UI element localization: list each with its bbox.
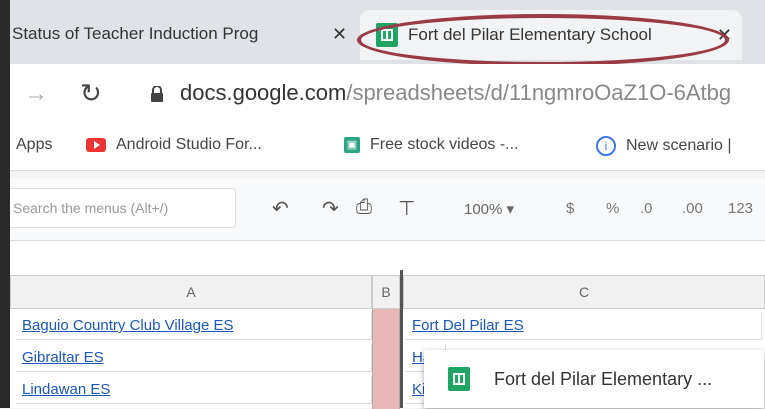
search-menus-input[interactable]: Search the menus (Alt+/) xyxy=(6,188,236,228)
bookmark-android-studio[interactable]: Android Studio For... xyxy=(86,136,262,154)
bookmark-label: New scenario | xyxy=(626,137,732,154)
more-formats-button[interactable]: 123 xyxy=(728,200,753,217)
popup-label: Fort del Pilar Elementary ... xyxy=(494,368,713,389)
column-divider xyxy=(400,270,403,408)
column-header-b[interactable]: B xyxy=(372,275,400,309)
zoom-value: 100% xyxy=(464,201,503,218)
back-arrow-icon[interactable]: → xyxy=(24,80,48,108)
bookmark-new-scenario[interactable]: i New scenario | xyxy=(596,136,732,156)
bookmark-label: Android Studio For... xyxy=(116,136,262,153)
bookmark-apps[interactable]: Apps xyxy=(16,136,52,154)
search-placeholder: Search the menus (Alt+/) xyxy=(13,200,169,216)
formula-bar[interactable] xyxy=(0,240,765,271)
cell-c1[interactable]: Fort Del Pilar ES xyxy=(406,312,762,340)
tab-status-teacher-induction[interactable]: Status of Teacher Induction Prog ✕ xyxy=(12,12,357,56)
zoom-select[interactable]: 100% ▾ xyxy=(464,200,514,218)
url-domain: docs.google.com xyxy=(180,80,347,105)
decrease-decimal-button[interactable]: .0 xyxy=(640,200,653,217)
print-icon[interactable]: ⎙ xyxy=(356,196,372,219)
highlight-ellipse xyxy=(357,14,729,66)
tab-title: Status of Teacher Induction Prog xyxy=(12,24,259,43)
close-tab-icon[interactable]: ✕ xyxy=(332,24,347,45)
cell-a3[interactable]: Lindawan ES xyxy=(16,376,372,404)
youtube-icon xyxy=(86,138,106,152)
bookmark-label: Free stock videos -... xyxy=(370,136,519,153)
cell-a2[interactable]: Gibraltar ES xyxy=(16,344,372,372)
url-path: /spreadsheets/d/11ngmroOaZ1O-6Atbg xyxy=(346,80,732,105)
column-header-a[interactable]: A xyxy=(10,275,372,309)
undo-icon[interactable]: ↶ xyxy=(272,196,289,221)
image-icon: ▣ xyxy=(344,137,360,153)
lock-icon xyxy=(151,86,163,102)
column-header-c[interactable]: C xyxy=(403,275,765,309)
info-icon: i xyxy=(596,136,616,156)
url-field[interactable]: docs.google.com/spreadsheets/d/11ngmroOa… xyxy=(180,80,731,106)
google-sheets-icon xyxy=(448,367,470,391)
increase-decimal-button[interactable]: .00 xyxy=(682,200,703,217)
drag-tab-popup[interactable]: Fort del Pilar Elementary ... xyxy=(424,350,764,408)
redo-icon[interactable]: ↷ xyxy=(322,196,339,221)
column-b-highlight xyxy=(372,309,400,409)
left-edge xyxy=(0,0,10,408)
cell-a1[interactable]: Baguio Country Club Village ES xyxy=(16,312,372,340)
bookmark-label: Apps xyxy=(16,136,53,153)
reload-icon[interactable]: ↻ xyxy=(80,78,102,109)
percent-button[interactable]: % xyxy=(606,200,619,217)
currency-button[interactable]: $ xyxy=(566,200,574,217)
paint-format-icon[interactable]: ⊤ xyxy=(398,196,415,221)
bookmark-free-stock-videos[interactable]: ▣ Free stock videos -... xyxy=(344,136,519,154)
